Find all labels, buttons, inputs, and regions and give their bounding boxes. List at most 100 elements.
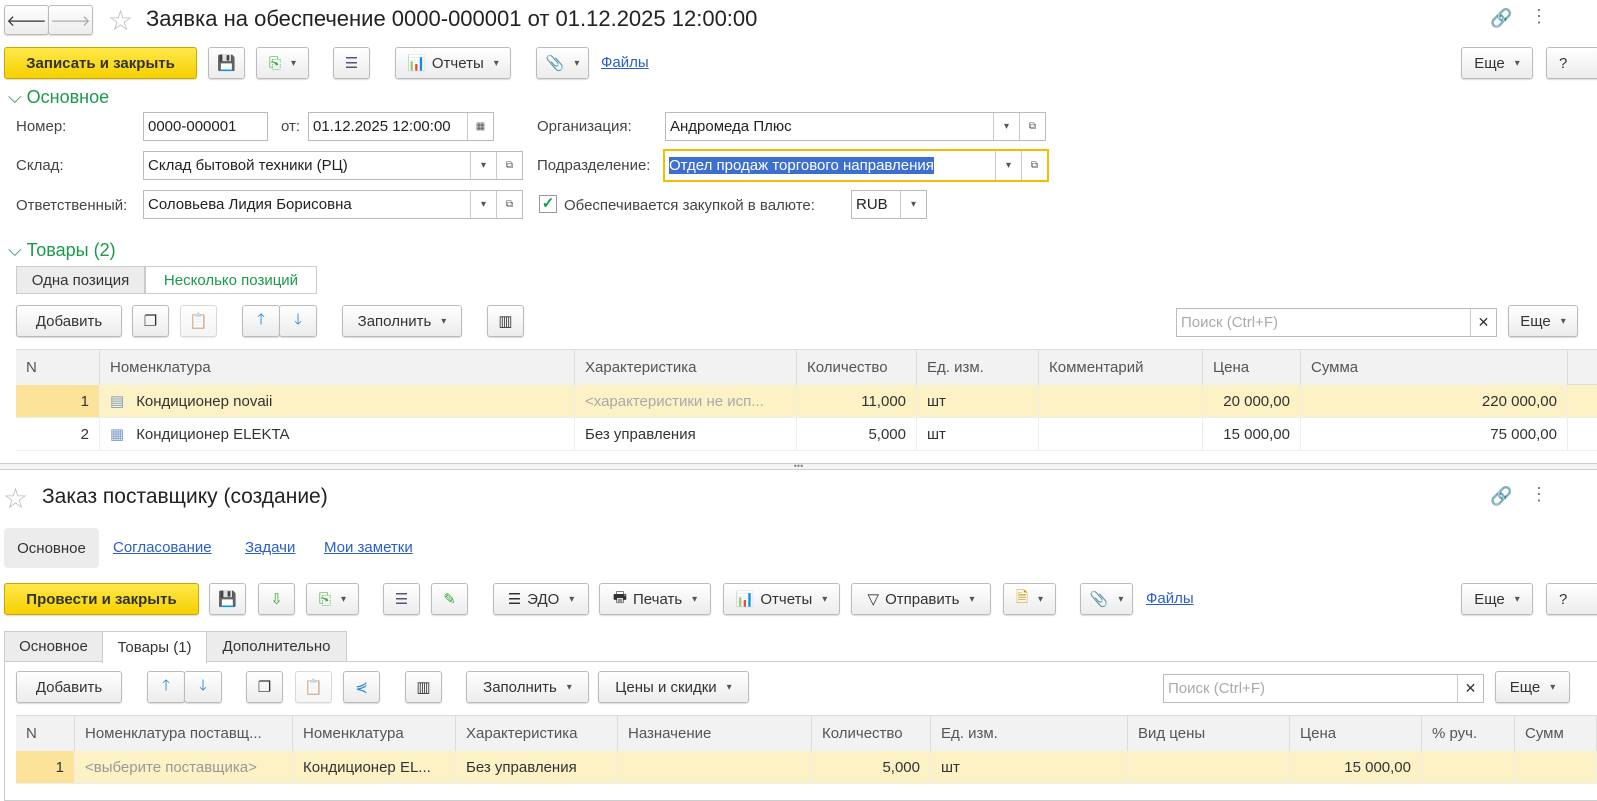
column-header[interactable]: Сумма [1301,350,1568,385]
move-down-icon[interactable]: 🡓 [184,671,222,703]
open-icon[interactable]: ⧉ [496,191,522,218]
open-icon[interactable]: ⧉ [496,152,522,179]
column-header[interactable]: Номенклатура [293,716,456,751]
cell-item[interactable]: ▤ Кондиционер novaii [100,385,575,417]
cell-qty[interactable]: 11,000 [797,385,917,417]
cell-n[interactable]: 1 [16,385,100,417]
move-up-icon[interactable]: 🡑 [242,305,280,337]
cell-qty[interactable]: 5,000 [812,751,931,783]
favorite-star-icon[interactable]: ☆ [3,482,28,515]
cell-supplier_item[interactable]: <выберите поставщика> [75,751,293,783]
more-menu-icon[interactable]: ⋮ [1530,484,1548,505]
attach-button[interactable]: 📎 [536,47,589,79]
prices-discounts-button[interactable]: Цены и скидки [598,671,749,703]
dropdown-icon[interactable]: ▾ [470,152,496,179]
save-icon[interactable]: 💾 [209,583,246,615]
column-header[interactable]: % руч. [1422,716,1515,751]
search-input[interactable]: Поиск (Ctrl+F) ✕ [1163,674,1484,703]
dept-field[interactable]: Отдел продаж торгового направления ▾ ⧉ [663,149,1049,182]
post-close-button[interactable]: Провести и закрыть [4,583,199,615]
more-button[interactable]: Еще [1461,47,1533,79]
splitter[interactable]: ••• [0,462,1597,471]
purchase-checkbox[interactable]: ✓ [539,195,557,213]
column-header[interactable]: Ед. изм. [917,350,1039,385]
structure-icon[interactable]: ☰ [333,47,370,79]
dropdown-icon[interactable]: ▾ [995,151,1021,180]
clear-icon[interactable]: ✕ [1457,675,1483,702]
column-header[interactable]: Характеристика [456,716,618,751]
currency-field[interactable]: RUB ▾ [851,190,927,219]
edo-button[interactable]: ☰ ЭДО [493,583,589,615]
column-header[interactable]: Вид цены [1128,716,1290,751]
cell-price[interactable]: 20 000,00 [1203,385,1301,417]
column-header[interactable]: Цена [1290,716,1422,751]
back-button[interactable]: 🡐 [4,5,49,35]
column-header[interactable]: Цена [1203,350,1301,385]
print-button[interactable]: 🖶 Печать [599,583,711,615]
reports-button[interactable]: 📊 Отчеты [723,583,840,615]
search-input[interactable]: Поиск (Ctrl+F) ✕ [1176,308,1497,337]
cell-unit[interactable]: шт [917,385,1039,417]
org-field[interactable]: Андромеда Плюс ▾ ⧉ [665,112,1046,141]
column-header[interactable]: Ед. изм. [931,716,1128,751]
edit-history-icon[interactable]: ✎ [431,583,468,615]
responsible-field[interactable]: Соловьева Лидия Борисовна ▾ ⧉ [143,190,523,219]
fill-button[interactable]: Заполнить [342,305,462,337]
cell-item[interactable]: Кондиционер EL... [293,751,456,783]
cell-sum[interactable]: 75 000,00 [1301,418,1568,450]
column-header[interactable]: N [16,350,100,385]
create-based-on-button[interactable]: ⎘ [306,583,359,615]
goods-more-button[interactable]: Еще [1495,671,1570,703]
tab-main[interactable]: Основное [4,631,103,662]
cell-unit[interactable]: шт [931,751,1128,783]
dropdown-icon[interactable]: ▾ [993,113,1019,140]
add-button[interactable]: Добавить [16,305,122,337]
schedule-button[interactable]: 🗎 [1003,583,1056,615]
cell-char[interactable]: <характеристики не исп... [575,385,797,417]
fill-button[interactable]: Заполнить [466,671,589,703]
paste-icon[interactable]: 📋 [295,671,332,703]
more-menu-icon[interactable]: ⋮ [1530,6,1548,27]
more-button[interactable]: Еще [1461,583,1533,615]
column-header[interactable]: Количество [797,350,917,385]
section-main-toggle[interactable]: ⌵ Основное [8,87,109,108]
column-header[interactable]: Номенклатура поставщ... [75,716,293,751]
send-button[interactable]: ▽ Отправить [851,583,991,615]
cell-comment[interactable] [1039,418,1203,450]
column-header[interactable]: Характеристика [575,350,797,385]
goods-more-button[interactable]: Еще [1508,305,1578,337]
tab-goods[interactable]: Товары (1) [102,631,207,663]
cell-n[interactable]: 2 [16,418,100,450]
cell-price[interactable]: 15 000,00 [1203,418,1301,450]
column-header[interactable]: Сумм [1515,716,1597,751]
copy-icon[interactable]: ❐ [132,305,169,337]
mode-tab-multiple[interactable]: Несколько позиций [145,266,317,294]
nav-main[interactable]: Основное [4,528,99,568]
column-header[interactable]: Количество [812,716,931,751]
mode-tab-single[interactable]: Одна позиция [16,266,145,294]
date-field[interactable]: 01.12.2025 12:00:00 ▦ [308,112,494,141]
barcode-search-icon[interactable]: ▥ [487,305,524,337]
post-icon[interactable]: ⇩ [258,583,295,615]
forward-button[interactable]: 🡒 [48,5,93,35]
cell-char[interactable]: Без управления [456,751,618,783]
cell-sum[interactable] [1515,751,1597,783]
files-link[interactable]: Файлы [601,54,649,71]
attach-button[interactable]: 📎 [1080,583,1133,615]
create-based-on-button[interactable]: ⎘ [256,47,309,79]
cell-purpose[interactable] [618,751,812,783]
help-button[interactable]: ? [1546,47,1597,79]
move-up-icon[interactable]: 🡑 [147,671,185,703]
nav-notes[interactable]: Мои заметки [324,539,413,556]
add-button[interactable]: Добавить [16,671,122,703]
split-icon[interactable]: ⋞ [343,671,380,703]
reports-button[interactable]: 📊 Отчеты [395,47,511,79]
barcode-search-icon[interactable]: ▥ [405,671,442,703]
move-down-icon[interactable]: 🡓 [279,305,317,337]
cell-price_type[interactable] [1128,751,1290,783]
open-icon[interactable]: ⧉ [1019,113,1045,140]
dropdown-icon[interactable]: ▾ [470,191,496,218]
cell-comment[interactable] [1039,385,1203,417]
nav-tasks[interactable]: Задачи [245,539,295,556]
save-icon[interactable]: 💾 [208,47,245,79]
